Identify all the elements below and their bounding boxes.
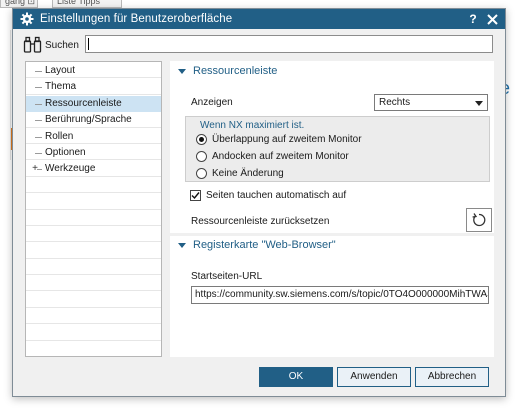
search-row: Suchen — [23, 35, 493, 55]
tree-item-beruehrung-sprache[interactable]: Berührung/Sprache — [26, 112, 161, 128]
maximized-group: Wenn NX maximiert ist. Überlappung auf z… — [185, 116, 490, 182]
tree-item-label: Ressourcenleiste — [45, 97, 122, 109]
section-title: Registerkarte "Web-Browser" — [193, 239, 336, 251]
collapse-triangle-icon — [177, 66, 187, 76]
auto-dip-checkbox-row[interactable]: Seiten tauchen automatisch auf — [190, 190, 346, 201]
tree-item-ressourcenleiste[interactable]: Ressourcenleiste — [26, 95, 161, 113]
anzeigen-value: Rechts — [379, 97, 411, 108]
reset-label: Ressourcenleiste zurücksetzen — [191, 216, 330, 227]
apply-button[interactable]: Anwenden — [337, 367, 411, 387]
radio-no-change[interactable]: Keine Änderung — [196, 168, 284, 179]
background-tab-tips[interactable]: Liste Tipps — [52, 0, 122, 8]
tree-item-label: Thema — [45, 81, 77, 93]
background-tab[interactable]: gang ⊡ — [0, 0, 38, 8]
section-title: Ressourcenleiste — [193, 65, 278, 77]
collapse-triangle-icon — [177, 240, 187, 250]
section-header-ressourcenleiste[interactable]: Ressourcenleiste — [170, 62, 494, 80]
start-url-label: Startseiten-URL — [191, 271, 263, 282]
gear-icon — [20, 12, 34, 26]
binoculars-icon — [23, 36, 43, 54]
radio-button[interactable] — [196, 168, 207, 179]
reset-arrow-icon — [472, 213, 486, 227]
radio-label: Überlappung auf zweitem Monitor — [212, 134, 362, 145]
tree-item-layout[interactable]: Layout — [26, 63, 161, 79]
auto-dip-checkbox[interactable] — [190, 190, 201, 201]
radio-label: Keine Änderung — [212, 168, 284, 179]
tree-item-label: Werkzeuge — [45, 163, 96, 175]
close-button[interactable] — [484, 11, 500, 27]
dialog-title: Einstellungen für Benutzeroberfläche — [40, 13, 233, 25]
cancel-button[interactable]: Abbrechen — [415, 367, 489, 387]
text-caret — [88, 38, 89, 50]
tree-item-label: Berührung/Sprache — [45, 114, 132, 126]
tree-item-label: Optionen — [45, 146, 86, 158]
anzeigen-label: Anzeigen — [191, 97, 233, 108]
radio-button[interactable] — [196, 151, 207, 162]
radio-overlap-second-monitor[interactable]: Überlappung auf zweitem Monitor — [196, 134, 362, 145]
close-icon — [486, 13, 498, 25]
section-header-web-browser[interactable]: Registerkarte "Web-Browser" — [170, 236, 494, 254]
tree-item-optionen[interactable]: Optionen — [26, 145, 161, 161]
search-label: Suchen — [45, 39, 79, 51]
checkmark-icon — [191, 192, 200, 200]
help-button[interactable]: ? — [465, 11, 481, 27]
tree-item-werkzeuge[interactable]: + Werkzeuge — [26, 161, 161, 177]
search-input[interactable] — [85, 35, 493, 53]
reset-resource-bar-button[interactable] — [466, 208, 492, 232]
tree-item-thema[interactable]: Thema — [26, 79, 161, 95]
start-url-input[interactable]: https://community.sw.siemens.com/s/topic… — [191, 286, 489, 304]
settings-tree: Layout Thema Ressourcenleiste Berührung/… — [25, 61, 162, 357]
group-title: Wenn NX maximiert ist. — [200, 120, 305, 131]
settings-pane: Ressourcenleiste Anzeigen Rechts Wenn NX… — [170, 61, 494, 357]
settings-dialog: Einstellungen für Benutzeroberfläche ? S… — [12, 8, 506, 397]
ok-button[interactable]: OK — [259, 367, 333, 387]
radio-button[interactable] — [196, 134, 207, 145]
tree-item-label: Rollen — [45, 130, 74, 142]
tree-item-label: Layout — [45, 65, 76, 76]
auto-dip-label: Seiten tauchen automatisch auf — [206, 190, 347, 201]
chevron-down-icon — [475, 101, 483, 106]
dialog-titlebar[interactable]: Einstellungen für Benutzeroberfläche ? — [13, 9, 505, 29]
radio-dock-second-monitor[interactable]: Andocken auf zweitem Monitor — [196, 151, 349, 162]
tree-item-rollen[interactable]: Rollen — [26, 129, 161, 145]
radio-label: Andocken auf zweitem Monitor — [212, 151, 349, 162]
anzeigen-dropdown[interactable]: Rechts — [374, 94, 488, 111]
